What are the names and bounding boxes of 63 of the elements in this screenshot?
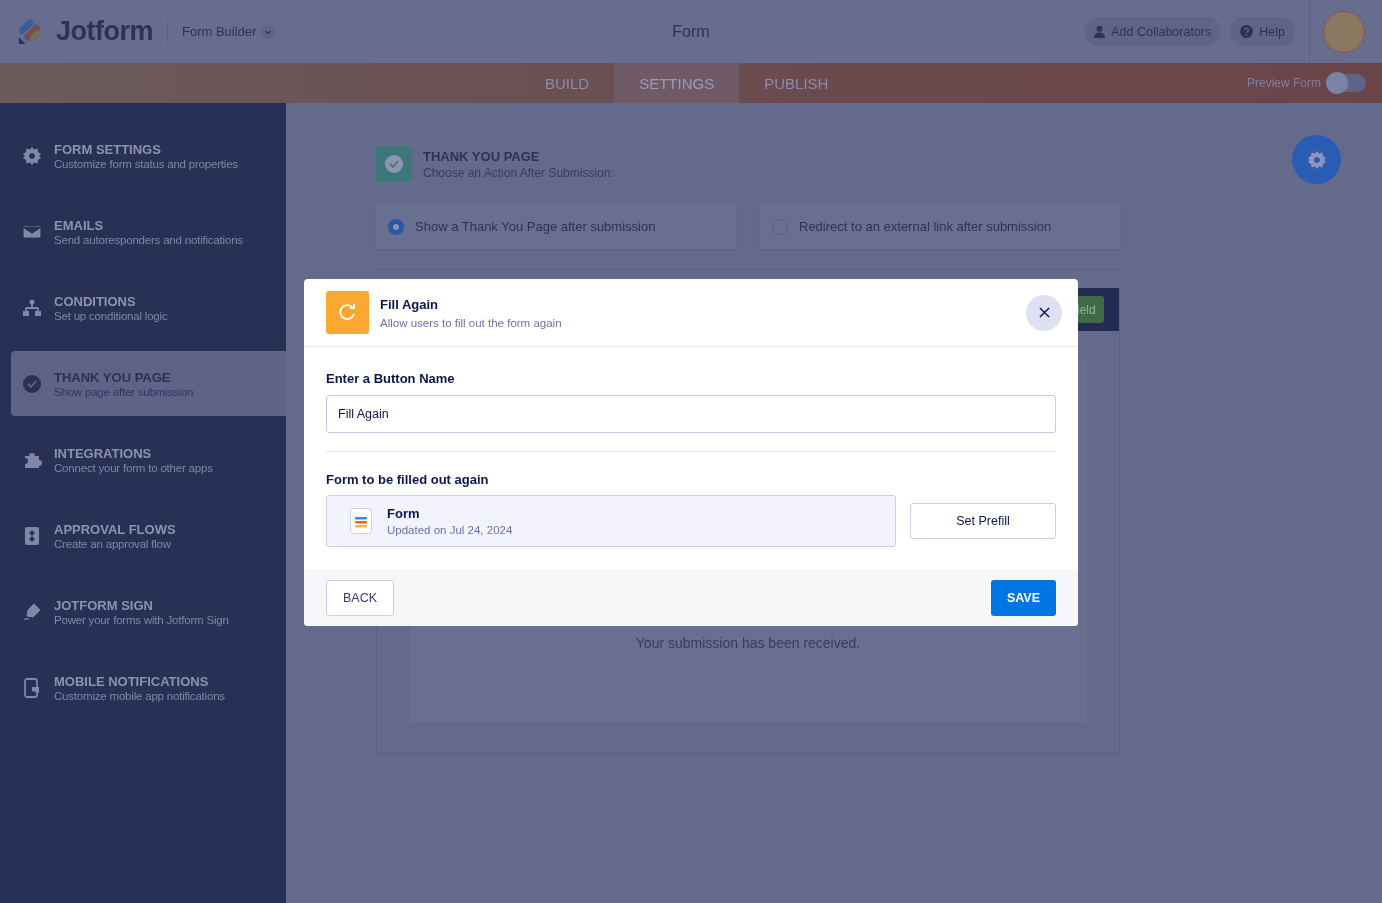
sidebar-item[interactable]: APPROVAL FLOWS Create an approval flow: [11, 503, 286, 568]
back-button[interactable]: BACK: [326, 579, 395, 616]
preview-form-label: Preview Form: [1247, 76, 1321, 90]
radio-option[interactable]: Show a Thank You Page after submission: [376, 204, 736, 249]
tab[interactable]: PUBLISH: [739, 63, 854, 103]
form-title[interactable]: Form: [672, 22, 710, 41]
radio-option[interactable]: Redirect to an external link after submission: [760, 204, 1120, 249]
product-menu[interactable]: Form Builder: [182, 24, 276, 39]
sidebar-item-subtitle: Power your forms with Jotform Sign: [54, 613, 229, 626]
close-button[interactable]: [1026, 294, 1062, 331]
sidebar-item-title: APPROVAL FLOWS: [54, 521, 176, 537]
sidebar-item-subtitle: Connect your form to other apps: [54, 461, 213, 474]
button-name-field[interactable]: Fill Again: [326, 395, 1056, 433]
sidebar-item-title: CONDITIONS: [54, 293, 137, 309]
pen-icon: [22, 601, 42, 622]
avatar[interactable]: [1323, 10, 1365, 53]
field-label: Enter a Button Name: [326, 371, 456, 386]
tab[interactable]: SETTINGS: [614, 63, 740, 103]
sidebar-item-subtitle: Send autoresponders and notifications: [54, 233, 243, 246]
sidebar-item-title: MOBILE NOTIFICATIONS: [54, 673, 210, 689]
radio-label: Show a Thank You Page after submission: [415, 219, 656, 234]
check-circle-icon: [22, 373, 42, 394]
gear-icon: [22, 145, 42, 166]
sidebar-item-subtitle: Customize form status and properties: [54, 157, 238, 170]
logo-text[interactable]: Jotform: [56, 16, 153, 47]
set-prefill-button[interactable]: Set Prefill: [910, 503, 1056, 539]
add-field-button[interactable]: ield: [1077, 296, 1104, 323]
form-name: Form: [387, 506, 421, 521]
preview-toggle[interactable]: [1326, 74, 1366, 92]
form-card[interactable]: Form Updated on Jul 24, 2024: [326, 495, 896, 547]
check-icon: [376, 146, 412, 182]
sidebar-item-title: JOTFORM SIGN: [54, 597, 154, 613]
help-icon: [1240, 25, 1254, 38]
sidebar-item[interactable]: EMAILS Send autoresponders and notifications: [11, 199, 286, 264]
radio-button[interactable]: [388, 218, 404, 235]
settings-button[interactable]: [1292, 135, 1341, 184]
dialog-subtitle: Allow users to fill out the form again: [380, 316, 562, 329]
sidebar-item-title: INTEGRATIONS: [54, 445, 153, 461]
sidebar-item-title: FORM SETTINGS: [54, 141, 162, 157]
save-button[interactable]: SAVE: [990, 579, 1056, 616]
settings-icon: [1306, 149, 1327, 170]
radio-label: Redirect to an external link after submission: [799, 219, 1052, 234]
refresh-icon: [326, 291, 369, 334]
person-icon: [1094, 25, 1106, 38]
tab[interactable]: BUILD: [520, 63, 615, 103]
sidebar-item-subtitle: Set up conditional logic: [54, 309, 168, 322]
sidebar-item[interactable]: JOTFORM SIGN Power your forms with Jotform Sign: [11, 579, 286, 644]
dialog-title: Fill Again: [380, 296, 440, 312]
sidebar-item[interactable]: CONDITIONS Set up conditional logic: [11, 275, 286, 340]
field-label: Form to be filled out again: [326, 472, 490, 487]
flow-icon: [22, 525, 42, 546]
hierarchy-icon: [22, 297, 42, 318]
phone-icon: [22, 677, 42, 698]
sidebar-item[interactable]: FORM SETTINGS Customize form status and properties: [11, 123, 286, 188]
chevron-icon: [261, 24, 276, 39]
form-icon: [350, 508, 372, 534]
sidebar-item-title: EMAILS: [54, 217, 105, 233]
sidebar-item-subtitle: Customize mobile app notifications: [54, 689, 225, 702]
sidebar-item[interactable]: MOBILE NOTIFICATIONS Customize mobile app notifications: [11, 655, 286, 720]
sidebar-item[interactable]: INTEGRATIONS Connect your form to other apps: [11, 427, 286, 492]
sidebar-item-subtitle: Create an approval flow: [54, 537, 172, 550]
close-icon: [1038, 307, 1050, 318]
form-updated-date: Updated on Jul 24, 2024: [387, 524, 513, 536]
